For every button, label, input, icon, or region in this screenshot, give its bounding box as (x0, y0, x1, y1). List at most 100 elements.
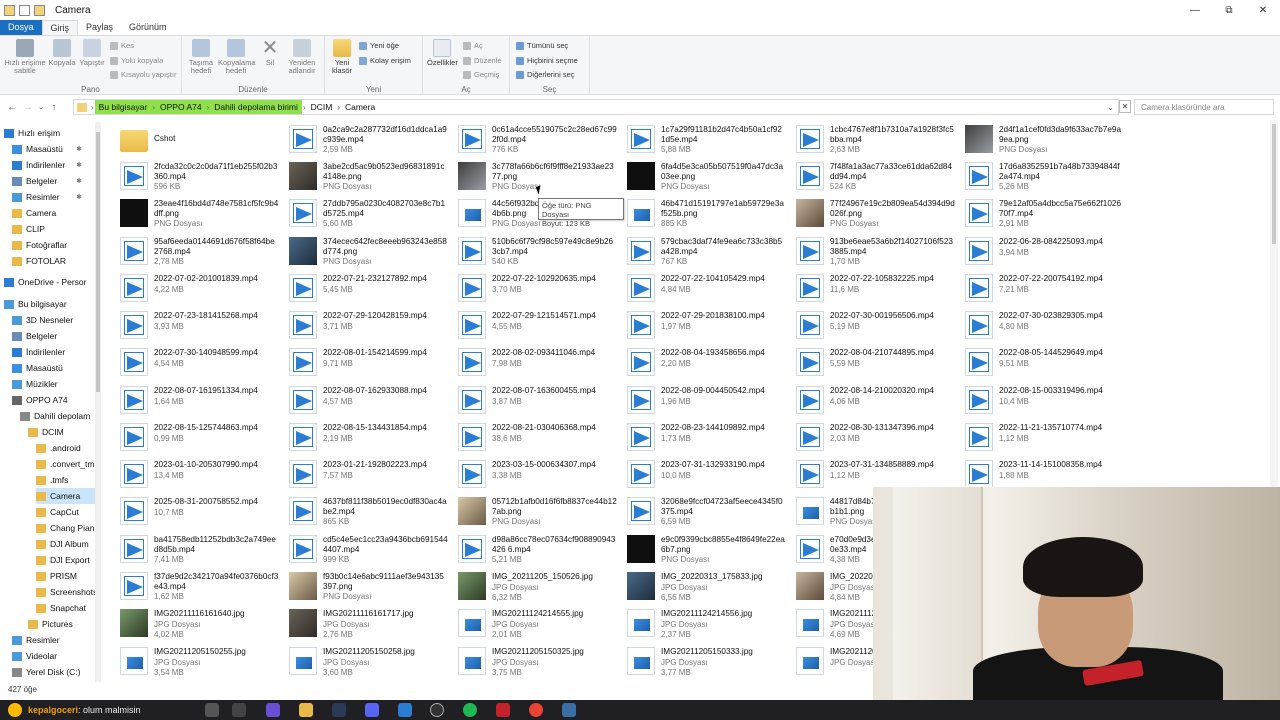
address-dropdown-icon[interactable]: ⌄ (1107, 103, 1114, 112)
file-item[interactable]: 2022-07-29-120428159.mp4 3,71 MB (281, 306, 446, 343)
nav-item[interactable]: 3D Nesneler (12, 312, 96, 328)
file-item[interactable]: 2022-07-21-232127892.mp4 5,45 MB (281, 269, 446, 306)
tab-home[interactable]: Giriş (41, 20, 79, 35)
file-item[interactable]: 2022-08-15-125744863.mp4 0,99 MB (112, 418, 277, 455)
nav-item[interactable]: Masaüstü ✱ (12, 141, 96, 157)
nav-item[interactable]: Chang Pian (36, 520, 96, 536)
file-item[interactable]: 46b471d15191797e1ab59729e3af525b.png 885 … (619, 194, 784, 231)
file-item[interactable]: 2022-08-05-144529649.mp4 9,51 MB (957, 343, 1122, 380)
file-item[interactable]: e9c0f9399cbc8855e4f8649fe22ea6b7.png PNG … (619, 530, 785, 567)
tab-file[interactable]: Dosya (0, 20, 42, 35)
nav-scrollbar[interactable] (95, 122, 101, 682)
nav-item[interactable]: İndirilenler ✱ (12, 157, 96, 173)
files-scroll-thumb[interactable] (1272, 124, 1276, 244)
nav-item[interactable]: .android (36, 440, 96, 456)
file-item[interactable]: 579cbac3daf74fe9ea6c733c38b5a428.mp4 767 … (619, 232, 784, 269)
file-item[interactable]: 1cbc4767e8f1b7310a7a1928f3fc5bba.mp4 2,63… (788, 120, 954, 157)
file-item[interactable]: 6fa4d5e3ca05b507519f0a47dc3a03ee.png PNG … (619, 157, 784, 194)
up-arrow-icon[interactable]: ↑ (46, 102, 62, 113)
address-bar[interactable]: › Bu bilgisayar › OPPO A74 › Dahili depo… (73, 99, 1119, 115)
select-none-button[interactable]: Hiçbirini seçme (516, 56, 578, 65)
file-item[interactable]: 1c7a29f91181b2d47c4b50a1cf921d5e.mp4 5,88… (619, 120, 784, 157)
file-item[interactable]: IMG_20211205_150526.jpg JPG Dosyası 6,32 M… (450, 567, 615, 604)
file-item[interactable]: IMG_20220313_175833.jpg JPG Dosyası 6,56 M… (619, 567, 784, 604)
file-item[interactable]: 2023-03-15-000634307.mp4 3,38 MB (450, 455, 615, 492)
file-item[interactable]: 3abe2cd5ac9b0523ed96831891c4148e.png PNG … (281, 157, 446, 194)
nav-item[interactable]: Videolar (12, 648, 96, 664)
file-item[interactable]: 2022-08-15-003319496.mp4 10,4 MB (957, 381, 1122, 418)
file-item[interactable]: IMG20211116161717.jpg JPG Dosyası 2,76 MB (281, 604, 446, 641)
file-item[interactable]: f93b0c14e6abc9111aef3e943135397.png PNG D… (281, 567, 446, 604)
file-item[interactable]: 2022-08-09-004450542.mp4 1,96 MB (619, 381, 784, 418)
move-to-button[interactable]: Taşıma hedefi (186, 39, 216, 75)
new-folder-icon[interactable] (34, 4, 45, 16)
cut-button[interactable]: Kes (110, 41, 134, 50)
pin-quick-access-button[interactable]: Hızlı erişime sabitle (4, 39, 46, 75)
nav-item[interactable]: Fotoğraflar (12, 237, 96, 253)
obs-icon[interactable] (430, 703, 444, 717)
file-item[interactable]: 32068e9fccf04723af5eece4345f0375.mp4 6,59… (619, 492, 784, 529)
back-arrow-icon[interactable]: ← (4, 102, 20, 113)
nav-item[interactable]: Resimler ✱ (12, 189, 96, 205)
nav-item[interactable]: OneDrive - Persor (4, 274, 96, 290)
file-item[interactable]: 0c61a4cce5519075c2c28ed67c992f0d.mp4 776 … (450, 120, 617, 157)
nav-item[interactable]: İndirilenler (12, 344, 96, 360)
nav-scroll-thumb[interactable] (96, 132, 100, 392)
file-item[interactable]: 2022-07-30-140948599.mp4 4,54 MB (112, 343, 277, 380)
discord-icon[interactable] (365, 703, 379, 717)
nav-item[interactable]: Masaüstü (12, 360, 96, 376)
file-item[interactable]: 27ddb795a0230c4082703e8c7b1d5725.mp4 5,60… (281, 194, 446, 231)
tab-share[interactable]: Paylaş (78, 20, 121, 35)
file-item[interactable]: 2022-07-22-200754192.mp4 7,21 MB (957, 269, 1122, 306)
file-item[interactable]: 2022-08-07-161951334.mp4 1,64 MB (112, 381, 277, 418)
file-item[interactable]: IMG20211205150325.jpg JPG Dosyası 3,75 MB (450, 642, 615, 679)
file-item[interactable]: 2022-08-30-131347396.mp4 2,03 MB (788, 418, 953, 455)
file-item[interactable]: 2022-08-04-210744895.mp4 5,59 MB (788, 343, 953, 380)
file-item[interactable]: f37de9d2c342170a94fe0376b0cf3e43.mp4 1,62… (112, 567, 278, 604)
select-all-button[interactable]: Tümünü seç (516, 41, 568, 50)
nav-item[interactable]: Bu bilgisayar (4, 296, 96, 312)
file-item[interactable]: 2022-07-29-201838100.mp4 1,97 MB (619, 306, 784, 343)
file-item[interactable]: 77f24967e19c2b809ea54d394d9d026f.png PNG … (788, 194, 955, 231)
nav-item[interactable]: Yerel Disk (C:) (12, 664, 96, 680)
nav-item[interactable]: DJI Export (36, 552, 96, 568)
file-item[interactable]: 17d6a8352591b7a48b73394844f2a474.mp4 5,26… (957, 157, 1122, 194)
copy-path-button[interactable]: Yolu kopyala (110, 56, 163, 65)
file-item[interactable]: 2fcda32c0c2c0da71f1eb255f02b3360.mp4 596 … (112, 157, 277, 194)
file-explorer-icon[interactable] (299, 703, 313, 717)
file-item[interactable]: 2022-07-30-023829305.mp4 4,80 MB (957, 306, 1122, 343)
file-item[interactable]: 913be6eae53a6b2f14027106f5233885.mp4 1,70… (788, 232, 953, 269)
paste-button[interactable]: Yapıştır (78, 39, 106, 67)
file-item[interactable]: 2023-01-21-192802223.mp4 7,57 MB (281, 455, 446, 492)
clear-address-icon[interactable]: ✕ (1119, 100, 1131, 113)
nav-item[interactable]: Müzikler (12, 376, 96, 392)
file-item[interactable]: 2022-08-07-162933088.mp4 4,57 MB (281, 381, 446, 418)
file-item[interactable]: 3c778fa66b6cf6f9fff8e21933ae2377.png PNG … (450, 157, 615, 194)
pin-icon[interactable]: ✱ (76, 193, 82, 201)
nav-item[interactable]: Belgeler (12, 328, 96, 344)
file-item[interactable]: 79e12af05a4dbcc5a75e662f102670f7.mp4 2,91… (957, 194, 1122, 231)
open-button[interactable]: Aç (463, 41, 483, 50)
file-item[interactable]: 2022-08-01-154214599.mp4 9,71 MB (281, 343, 446, 380)
file-item[interactable]: 2022-08-02-093411046.mp4 7,98 MB (450, 343, 615, 380)
forward-arrow-icon[interactable]: → (20, 102, 36, 113)
folder-icon[interactable] (4, 4, 15, 16)
file-item[interactable]: IMG20211205150258.jpg JPG Dosyası 3,60 MB (281, 642, 446, 679)
file-item[interactable]: 2022-06-28-084225093.mp4 3,94 MB (957, 232, 1122, 269)
pin-icon[interactable]: ✱ (76, 161, 82, 169)
tab-view[interactable]: Görünüm (121, 20, 175, 35)
nav-item[interactable]: Camera (36, 488, 96, 504)
nav-item[interactable]: DCIM (28, 424, 96, 440)
minimize-button[interactable]: — (1178, 0, 1212, 20)
file-item[interactable]: 2023-01-10-205307990.mp4 13,4 MB (112, 455, 277, 492)
copy-button[interactable]: Kopyala (48, 39, 76, 67)
file-item[interactable]: IMG20211116161640.jpg JPG Dosyası 4,02 MB (112, 604, 277, 641)
delete-button[interactable]: ✕ Sil (260, 38, 280, 67)
file-item[interactable]: 2022-08-23-144109892.mp4 1,73 MB (619, 418, 784, 455)
file-item[interactable]: 2022-07-22-104105429.mp4 4,84 MB (619, 269, 784, 306)
file-item[interactable]: 2022-08-14-210020320.mp4 4,06 MB (788, 381, 953, 418)
file-item[interactable]: 95af6eeda0144691d676f58f64be2768.mp4 2,78… (112, 232, 277, 269)
nav-item[interactable]: Snapchat (36, 600, 96, 616)
nav-item[interactable]: Dahili depolam (20, 408, 96, 424)
file-item[interactable]: 2022-08-21-030406368.mp4 38,6 MB (450, 418, 615, 455)
